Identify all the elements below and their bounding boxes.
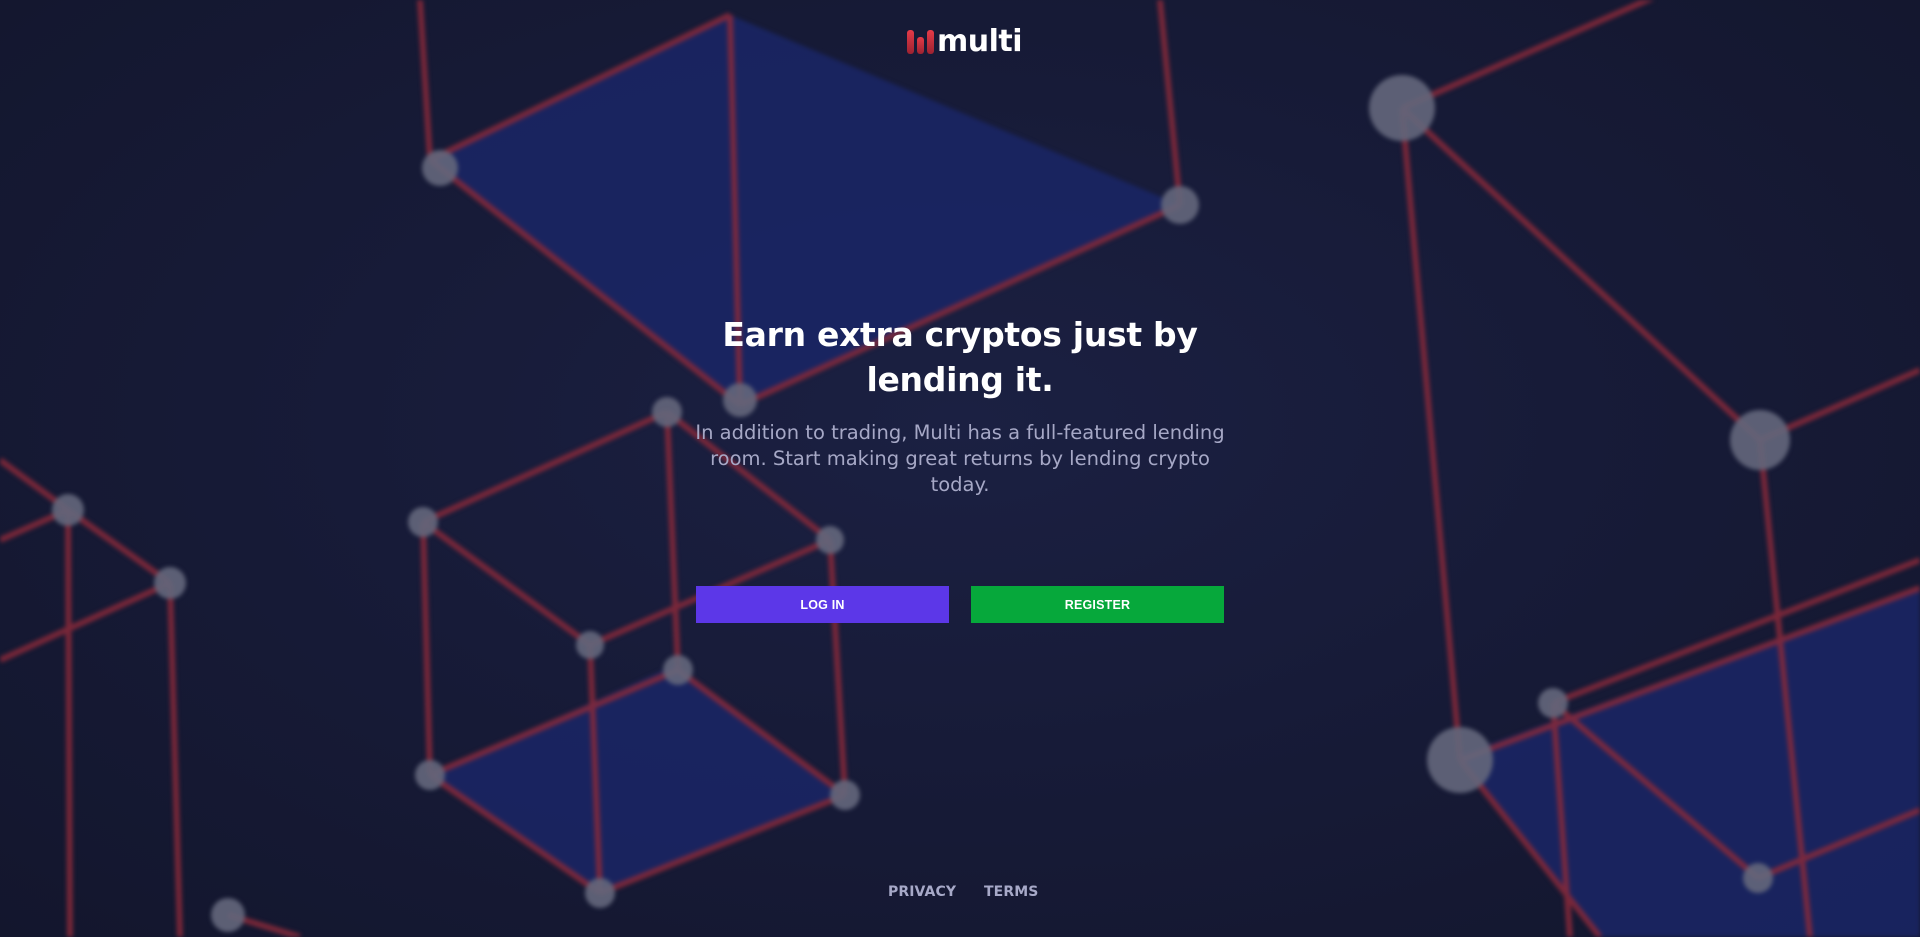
brand-logo[interactable]: multi [906, 24, 1023, 59]
hero-section: Earn extra cryptos just by lending it. I… [680, 312, 1240, 498]
hero-headline: Earn extra cryptos just by lending it. [722, 315, 1198, 399]
login-button[interactable]: LOG IN [696, 586, 949, 623]
register-button[interactable]: REGISTER [971, 586, 1224, 623]
landing-page: multi Earn extra cryptos just by lending… [0, 0, 1920, 937]
footer-terms-link[interactable]: TERMS [984, 884, 1038, 900]
hero-description: In addition to trading, Multi has a full… [695, 421, 1225, 496]
multi-logo-icon [907, 30, 934, 54]
footer-privacy-link[interactable]: PRIVACY [888, 884, 956, 900]
brand-name: multi [937, 24, 1023, 59]
